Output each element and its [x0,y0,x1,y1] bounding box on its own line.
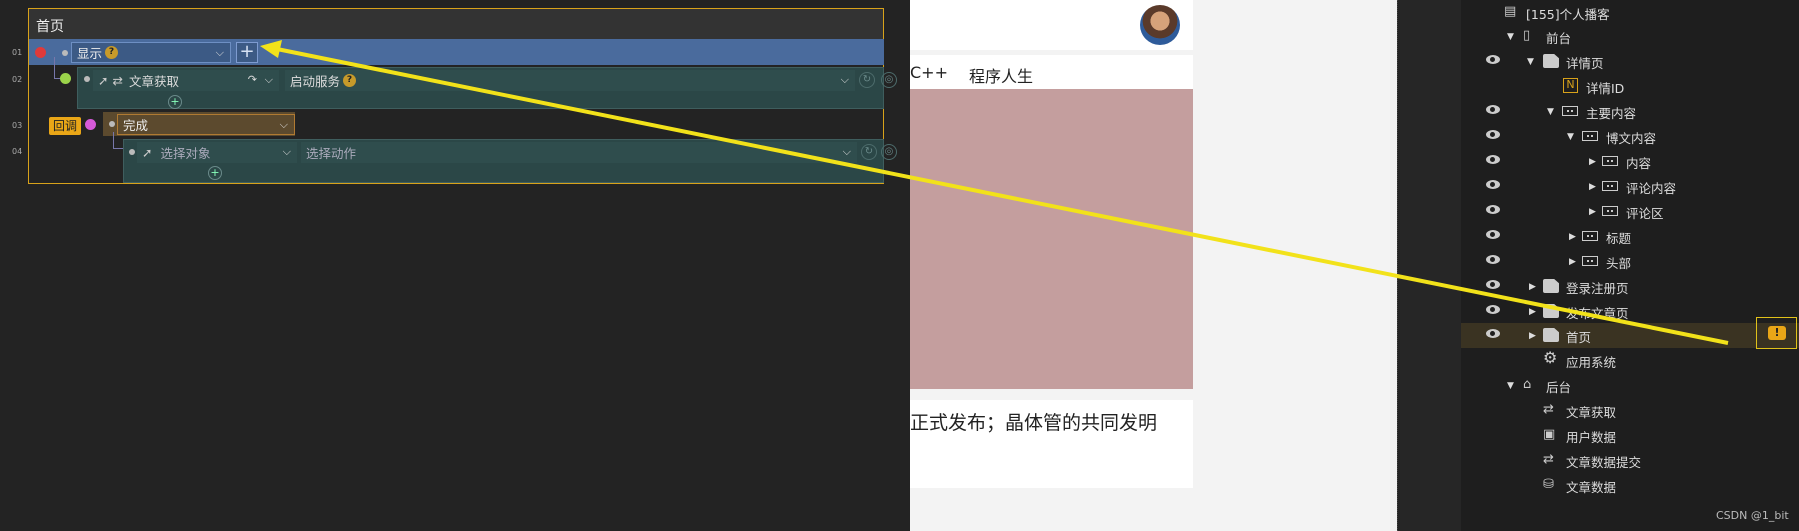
arrow-line [271,46,1729,345]
arrow-head [260,40,282,58]
annotation-arrow [260,40,1729,345]
screen: 01 02 03 04 首页 显示 ? ⌵ + ➚ ⇄ 文章获取 ↷ ⌵ 启动服… [0,0,1799,531]
